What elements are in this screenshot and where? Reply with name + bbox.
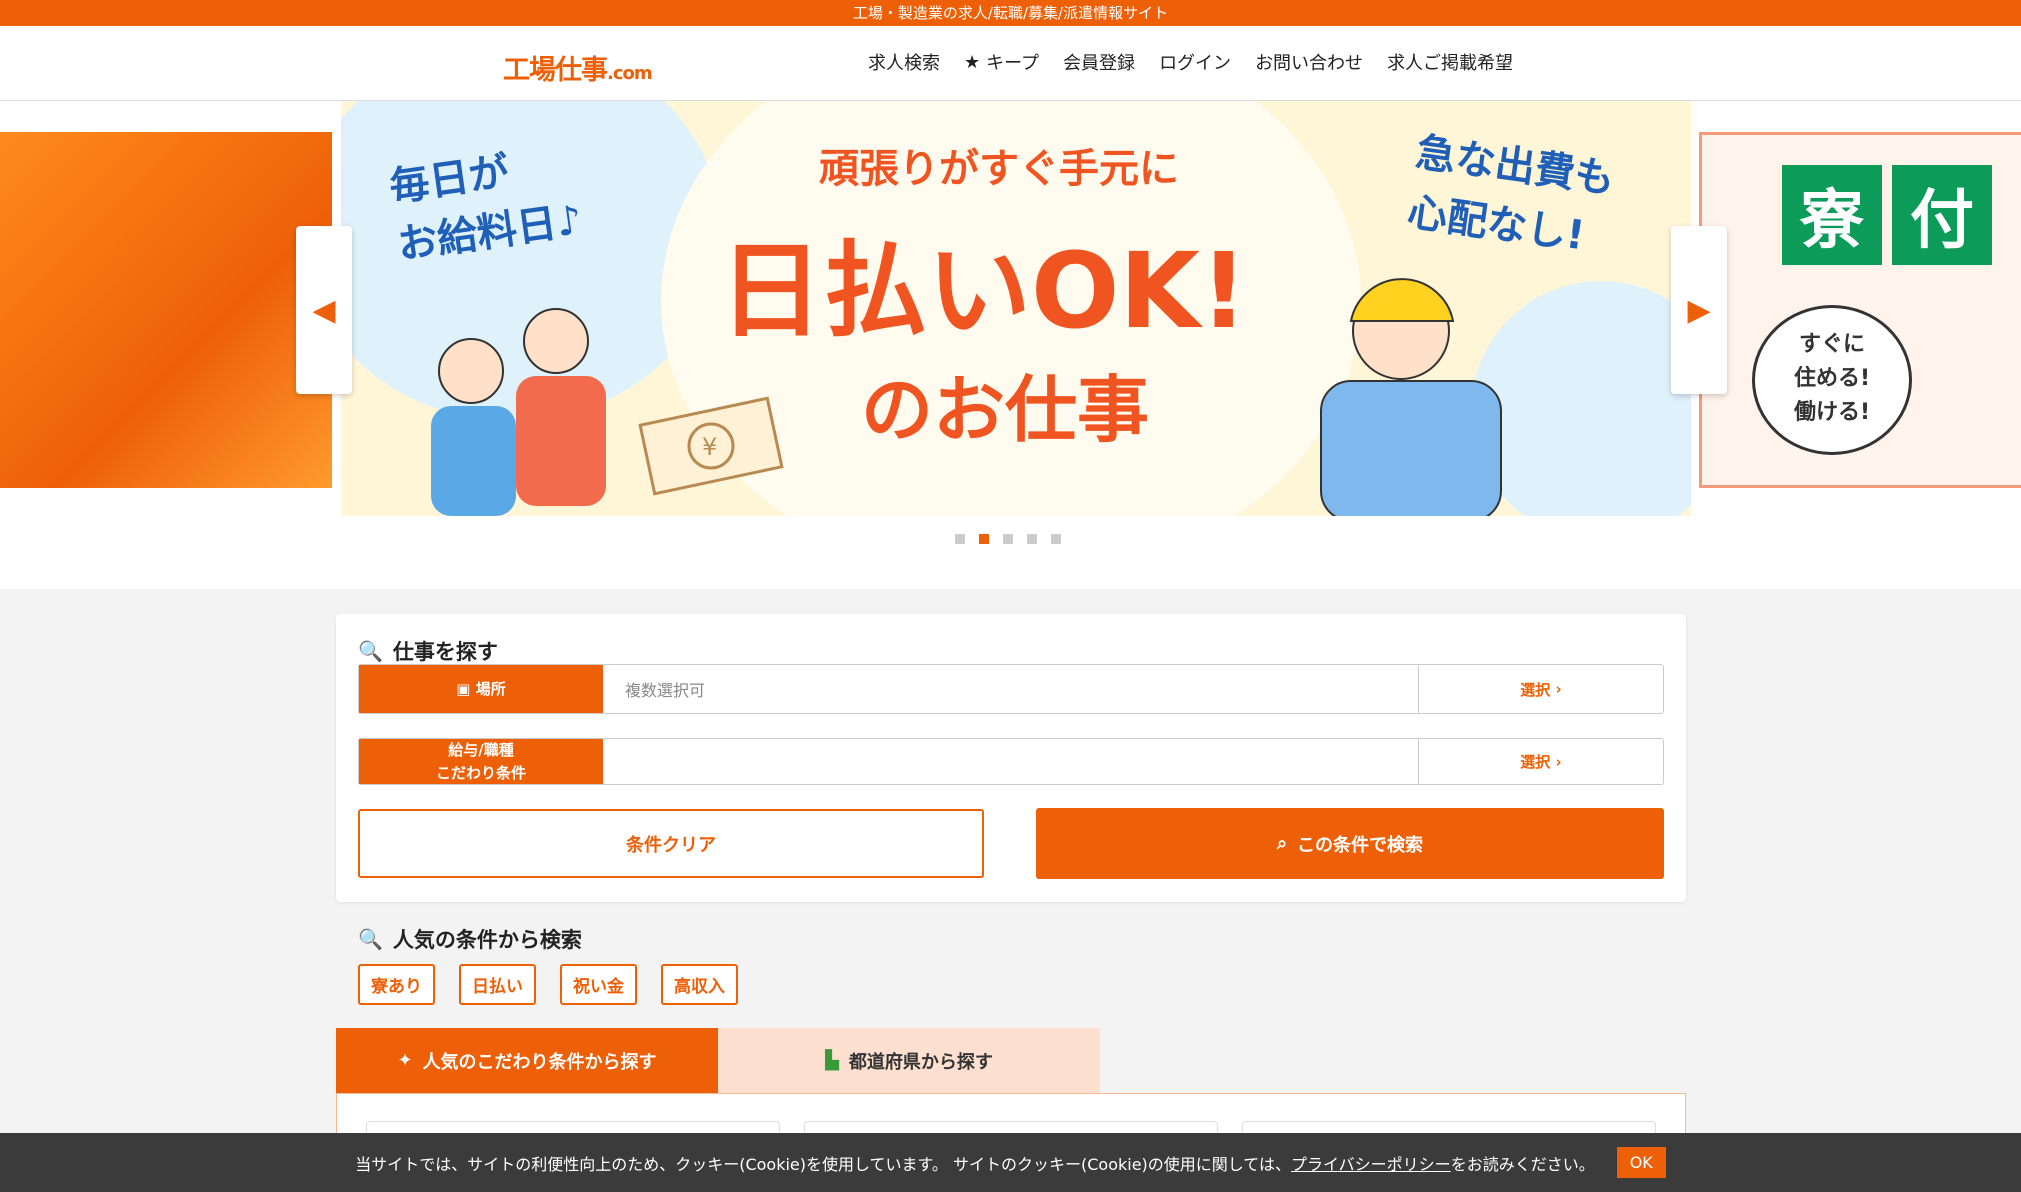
chevron-right-icon: ›: [1550, 680, 1562, 698]
included-badge: 付: [1892, 165, 1992, 265]
conditions-row: 給与/職種こだわり条件 選択 ›: [358, 738, 1664, 785]
site-header: 工場仕事.com 求人検索 ★ キープ 会員登録 ログイン お問い合わせ 求人ご掲…: [0, 26, 2021, 101]
search-title-text: 仕事を探す: [392, 640, 498, 664]
location-row: ▣ 場所 複数選択可 選択 ›: [358, 664, 1664, 714]
popular-tags: 寮あり 日払い 祝い金 高収入: [358, 964, 738, 1005]
cookie-text-end: をお読みください。: [1450, 1154, 1595, 1174]
carousel-dot-active[interactable]: [979, 534, 989, 544]
main-nav: 求人検索 ★ キープ 会員登録 ログイン お問い合わせ 求人ご掲載希望: [868, 49, 1513, 75]
nav-contact[interactable]: お問い合わせ: [1255, 49, 1363, 75]
nav-label: 会員登録: [1063, 53, 1136, 74]
speech-bubble: すぐに 住める! 働ける!: [1752, 305, 1912, 455]
search-title: 🔍 仕事を探す: [358, 636, 498, 666]
nav-label: 求人検索: [868, 53, 940, 74]
carousel-dot[interactable]: [1003, 534, 1013, 544]
chevron-right-icon: ›: [1550, 752, 1562, 771]
people-illustration: [431, 308, 606, 516]
tab-prefectures[interactable]: ▙ 都道府県から探す: [718, 1028, 1100, 1093]
triangle-right-icon: ▶: [1687, 292, 1711, 328]
popular-tag[interactable]: 日払い: [459, 964, 536, 1005]
japan-map-icon: ▙: [825, 1050, 839, 1071]
location-label-text: 場所: [475, 679, 506, 698]
sparkle-icon: ✦: [397, 1050, 413, 1071]
popular-title: 🔍 人気の条件から検索: [358, 924, 582, 954]
carousel-slide-prev[interactable]: [0, 132, 332, 488]
cookie-banner: 当サイトでは、サイトの利便性向上のため、クッキー(Cookie)を使用しています…: [0, 1133, 2021, 1192]
nav-keep[interactable]: ★ キープ: [964, 49, 1039, 75]
job-search-panel: 🔍 仕事を探す ▣ 場所 複数選択可 選択 › 給与/職種 こだわり条件 選択 › …: [336, 614, 1686, 902]
popular-tag[interactable]: 寮あり: [358, 964, 435, 1005]
tab-label: 人気のこだわり条件から探す: [422, 1051, 657, 1073]
nav-label: お問い合わせ: [1255, 53, 1364, 74]
clear-conditions-button[interactable]: 条件クリア: [358, 809, 984, 878]
conditions-select-button[interactable]: 選択 ›: [1419, 739, 1663, 784]
select-label: 選択: [1520, 753, 1551, 771]
carousel-dot[interactable]: [955, 534, 965, 544]
search-icon: 🔍: [358, 639, 383, 663]
hero-carousel: 毎日が お給料日♪ 頑張りがすぐ手元に 日払いOK! のお仕事 急な出費も 心配…: [0, 101, 2021, 589]
carousel-dot[interactable]: [1027, 534, 1037, 544]
conditions-label: 給与/職種こだわり条件: [359, 739, 603, 784]
hero-right-copy: 急な出費も 心配なし!: [1404, 129, 1618, 260]
nav-label: 求人ご掲載希望: [1387, 53, 1514, 74]
nav-label: ログイン: [1159, 53, 1232, 74]
search-submit-label: この条件で検索: [1297, 834, 1424, 856]
location-select-button[interactable]: 選択 ›: [1419, 665, 1663, 713]
popular-title-text: 人気の条件から検索: [392, 928, 582, 952]
nav-post-job[interactable]: 求人ご掲載希望: [1387, 49, 1513, 75]
site-logo[interactable]: 工場仕事.com: [503, 48, 653, 87]
nav-job-search[interactable]: 求人検索: [868, 49, 940, 75]
worker-illustration: [1320, 278, 1502, 516]
popular-tag[interactable]: 高収入: [661, 964, 738, 1005]
location-label: ▣ 場所: [359, 665, 603, 713]
nav-register[interactable]: 会員登録: [1063, 49, 1135, 75]
carousel-dot[interactable]: [1051, 534, 1061, 544]
site-tagline: 工場・製造業の求人/転職/募集/派遣情報サイト: [852, 4, 1169, 22]
tab-popular-conditions[interactable]: ✦ 人気のこだわり条件から探す: [336, 1028, 718, 1093]
nav-login[interactable]: ログイン: [1159, 49, 1231, 75]
carousel-slide-next[interactable]: 寮 付 すぐに 住める! 働ける!: [1699, 132, 2021, 488]
site-tagline-bar: 工場・製造業の求人/転職/募集/派遣情報サイト: [0, 0, 2021, 26]
map-icon: ▣: [456, 679, 476, 698]
conditions-label-line1: 給与/職種: [448, 740, 514, 759]
tab-label: 都道府県から探す: [848, 1051, 993, 1073]
nav-label: キープ: [986, 53, 1040, 74]
hero-headline-2: のお仕事: [861, 368, 1150, 452]
hero-headline: 日払いOK!: [719, 230, 1248, 352]
search-icon: ⌕: [1276, 833, 1288, 854]
carousel-prev-button[interactable]: ◀: [296, 226, 352, 394]
search-tabs: ✦ 人気のこだわり条件から探す ▙ 都道府県から探す: [336, 1028, 1100, 1093]
select-label: 選択: [1520, 680, 1551, 699]
triangle-left-icon: ◀: [312, 292, 336, 328]
cookie-message: 当サイトでは、サイトの利便性向上のため、クッキー(Cookie)を使用しています…: [355, 1151, 1595, 1175]
svg-text:¥: ¥: [702, 433, 717, 461]
search-icon: 🔍: [358, 927, 383, 951]
cookie-text: 当サイトでは、サイトの利便性向上のため、クッキー(Cookie)を使用しています…: [355, 1154, 1291, 1174]
privacy-policy-link[interactable]: プライバシーポリシー: [1291, 1155, 1451, 1174]
carousel-slide-current[interactable]: 毎日が お給料日♪ 頑張りがすぐ手元に 日払いOK! のお仕事 急な出費も 心配…: [341, 101, 1691, 516]
carousel-next-button[interactable]: ▶: [1671, 226, 1727, 394]
carousel-indicators: [955, 534, 1061, 544]
hero-subtitle: 頑張りがすぐ手元に: [819, 146, 1179, 192]
cookie-ok-button[interactable]: OK: [1616, 1147, 1666, 1178]
popular-tag[interactable]: 祝い金: [560, 964, 637, 1005]
location-input[interactable]: 複数選択可: [603, 665, 1419, 713]
logo-text: 工場仕事: [503, 55, 608, 86]
conditions-input[interactable]: [603, 739, 1419, 784]
search-submit-button[interactable]: ⌕ この条件で検索: [1036, 808, 1664, 879]
star-icon: ★: [964, 51, 981, 73]
logo-suffix: .com: [607, 63, 653, 84]
conditions-label-line2: こだわり条件: [435, 763, 526, 782]
dorm-badge: 寮: [1782, 165, 1882, 265]
